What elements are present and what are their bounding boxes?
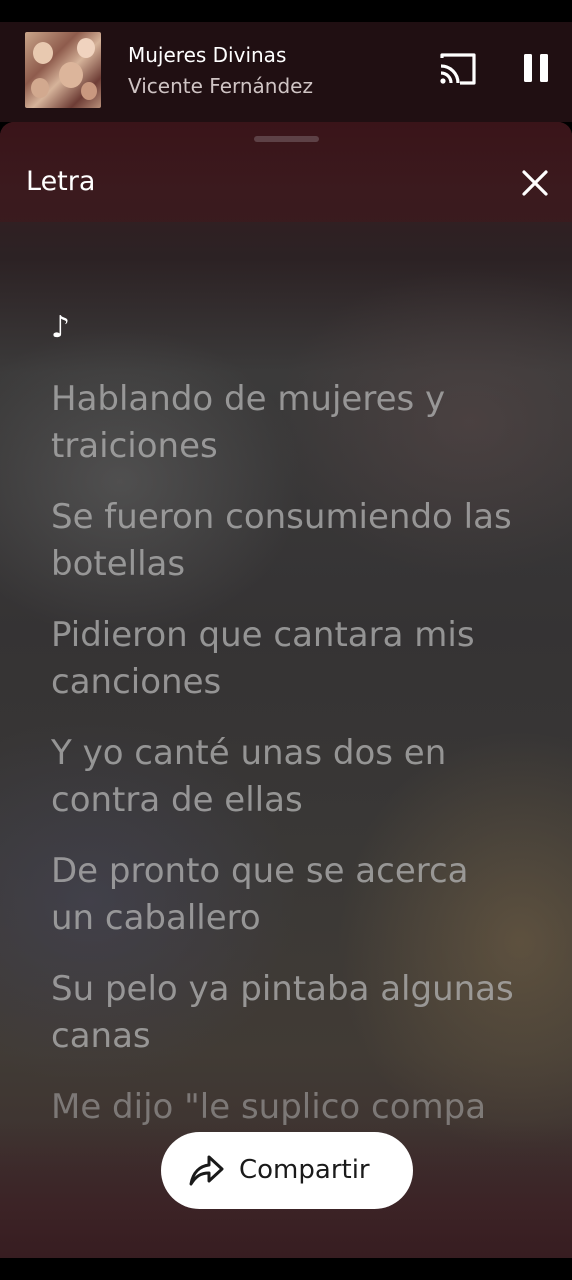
lyric-line[interactable]: Pidieron que cantara mis canciones [51, 612, 521, 706]
share-label: Compartir [239, 1155, 370, 1185]
album-cover[interactable] [25, 32, 101, 108]
status-bar [0, 0, 572, 22]
lyric-line[interactable]: Y yo canté unas dos en contra de ellas [51, 730, 521, 824]
album-art-face [81, 82, 97, 100]
share-icon [187, 1152, 225, 1188]
screen: Mujeres Divinas Vicente Fernández Letra [0, 0, 572, 1280]
pause-icon[interactable] [518, 50, 554, 88]
drag-handle[interactable] [254, 136, 319, 142]
track-title[interactable]: Mujeres Divinas [128, 43, 286, 67]
share-button[interactable]: Compartir [161, 1132, 413, 1209]
lyric-line[interactable]: Su pelo ya pintaba algunas canas [51, 966, 521, 1060]
album-art-face [33, 42, 53, 64]
album-art-face [31, 78, 49, 98]
track-artist[interactable]: Vicente Fernández [128, 74, 313, 98]
navigation-bar [0, 1258, 572, 1280]
cast-icon[interactable] [438, 52, 478, 86]
album-art-face [59, 62, 83, 88]
close-icon[interactable] [518, 166, 552, 200]
album-art-face [77, 38, 95, 58]
music-note-icon: ♪ [51, 310, 71, 345]
mini-player[interactable]: Mujeres Divinas Vicente Fernández [0, 22, 572, 122]
lyric-line[interactable]: De pronto que se acerca un caballero [51, 848, 521, 942]
lyric-line[interactable]: Hablando de mujeres y traiciones [51, 376, 521, 470]
lyrics-sheet[interactable]: Letra ♪ Hablando de mujeres y traiciones… [0, 122, 572, 1258]
sheet-title: Letra [26, 166, 96, 197]
sheet-header: Letra [0, 122, 572, 222]
lyric-line[interactable]: Se fueron consumiendo las botellas [51, 494, 521, 588]
lyrics-list[interactable]: ♪ Hablando de mujeres y traiciones Se fu… [51, 310, 521, 1155]
